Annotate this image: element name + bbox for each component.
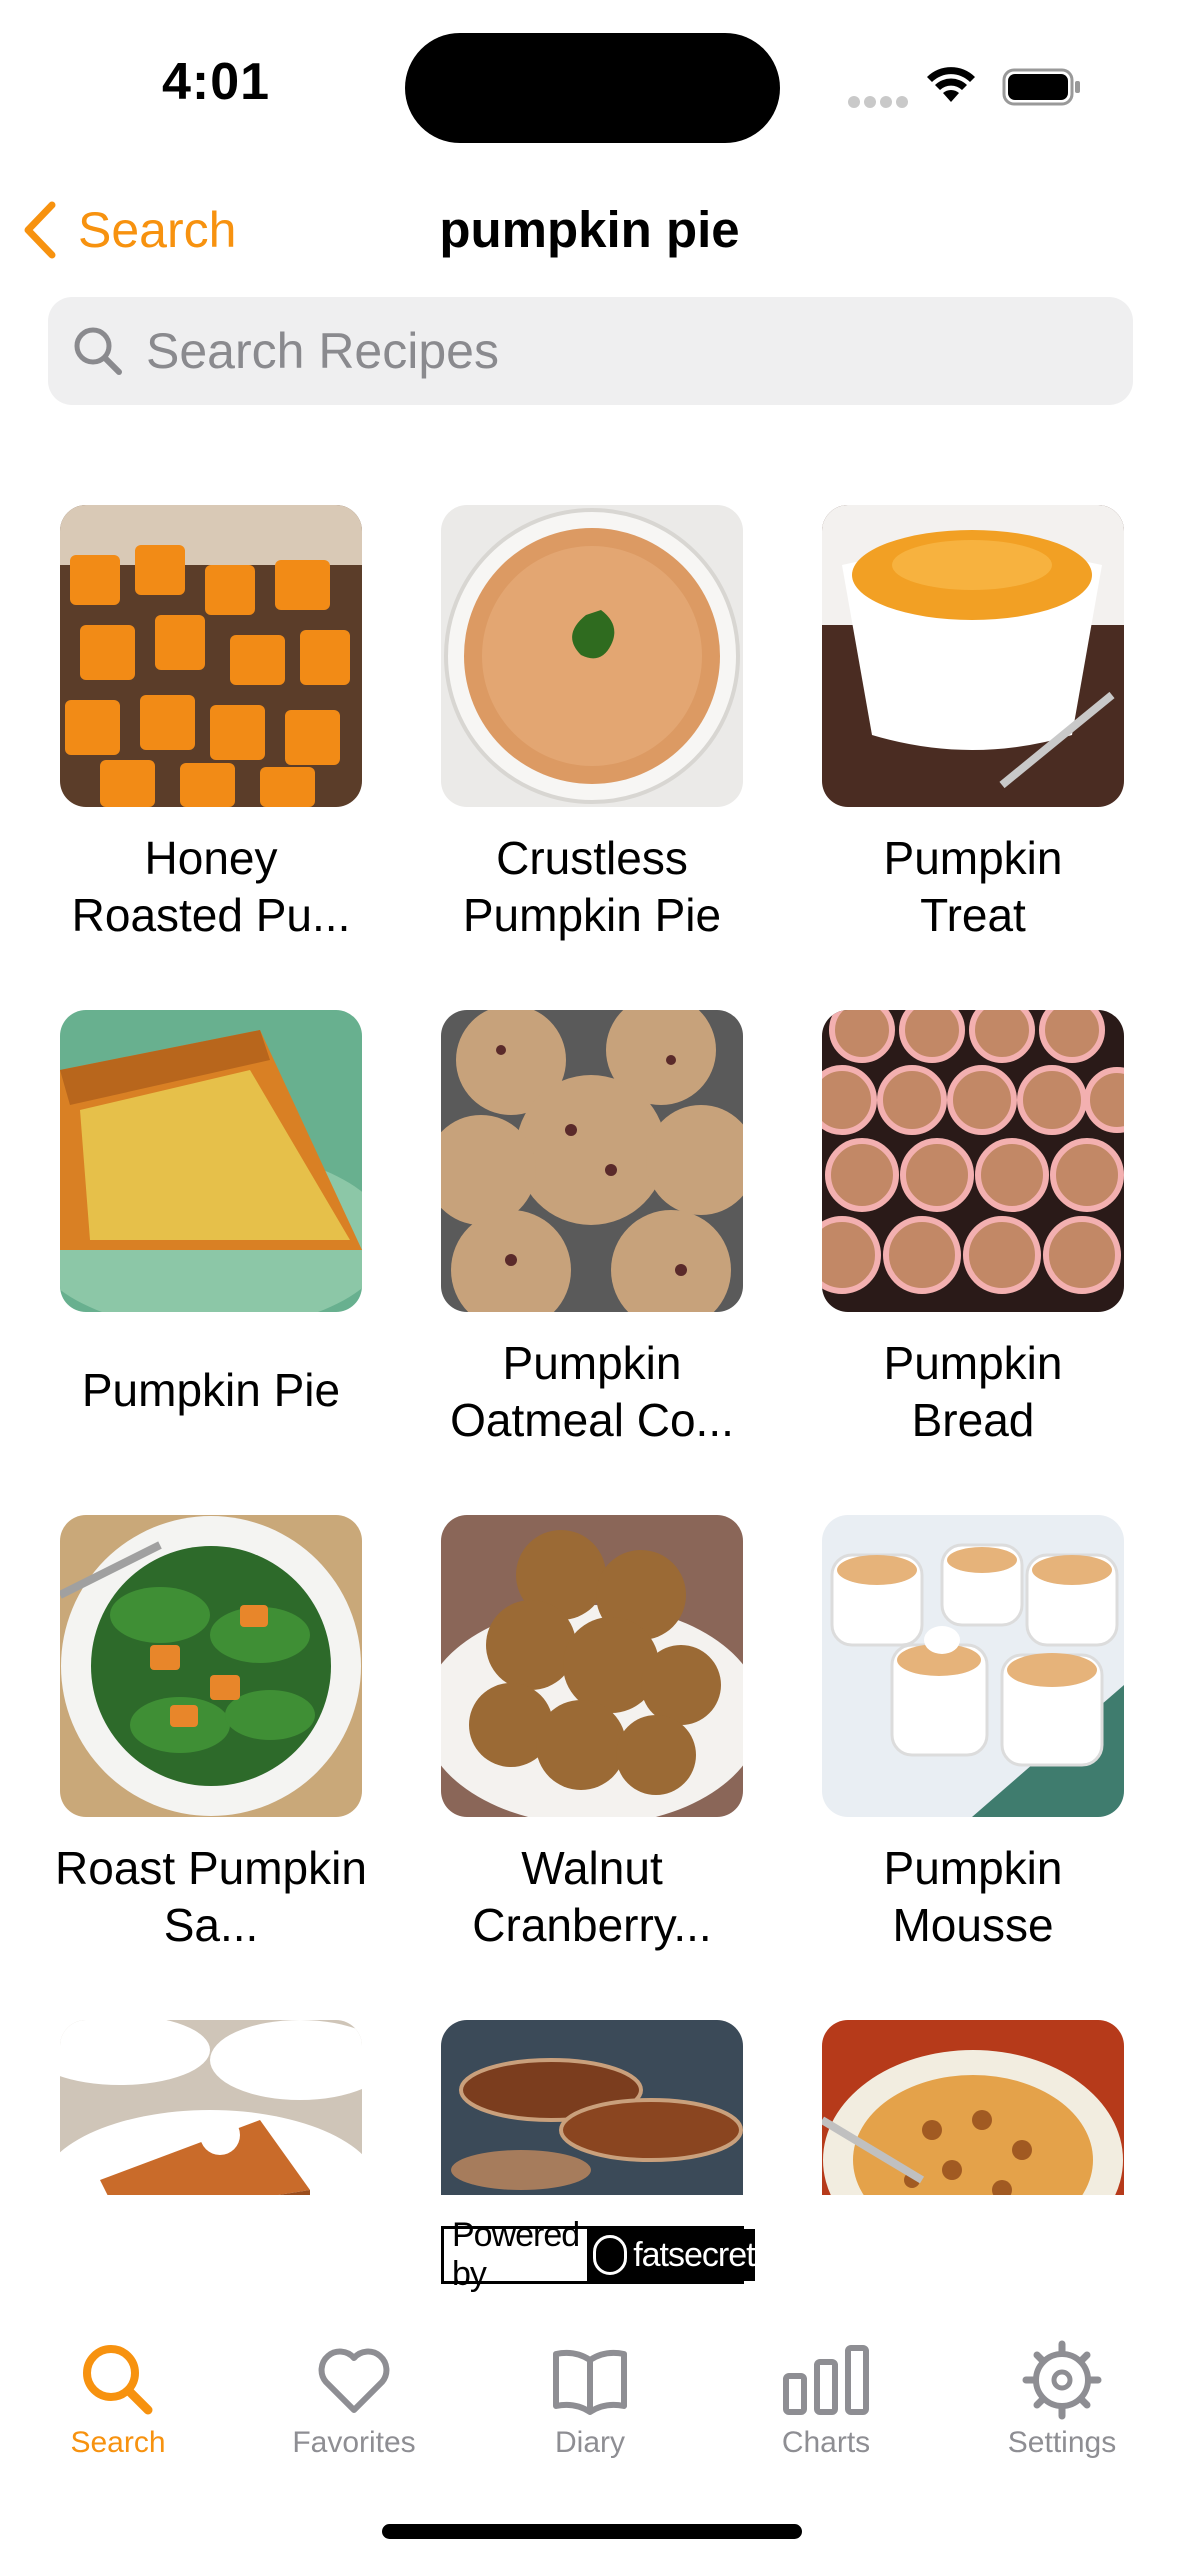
- status-time: 4:01: [162, 53, 271, 111]
- recipe-image: [60, 1010, 362, 1312]
- fatsecret-brand: fatsecret: [633, 2235, 755, 2274]
- tab-label: Search: [70, 2426, 166, 2459]
- recipe-image: [822, 1515, 1124, 1817]
- recipe-title: Pumpkin Pie: [81, 1364, 341, 1416]
- home-indicator[interactable]: [382, 2524, 802, 2539]
- tab-settings[interactable]: Settings: [944, 2340, 1179, 2460]
- recipe-image: [822, 1010, 1124, 1312]
- book-icon: [553, 2349, 627, 2415]
- powered-by-fatsecret-badge[interactable]: Powered by fatsecret: [441, 2216, 756, 2293]
- recipe-image: [441, 505, 743, 807]
- recipe-image: [441, 1010, 743, 1312]
- recipe-title: Pumpkin Mousse: [883, 1842, 1063, 1951]
- tab-label: Charts: [781, 2426, 871, 2459]
- search-input[interactable]: [144, 321, 1048, 381]
- recipe-image: [60, 1515, 362, 1817]
- tab-label: Settings: [1007, 2426, 1117, 2459]
- battery-icon: [1002, 68, 1082, 111]
- recipe-title: Pumpkin Treat: [883, 832, 1063, 941]
- recipe-image: [60, 2020, 362, 2195]
- status-bar: 4:01: [0, 0, 1179, 170]
- dynamic-island: [405, 33, 780, 143]
- tab-search[interactable]: Search: [0, 2340, 236, 2460]
- recipe-title: Walnut Cranberry...: [472, 1842, 712, 1951]
- recipe-title: Roast Pumpkin Sa...: [55, 1842, 367, 1951]
- fatsecret-logo: fatsecret: [587, 2229, 756, 2281]
- tab-label: Favorites: [292, 2426, 416, 2459]
- recipe-grid: Honey Roasted Pu... Crustless Pumpkin Pi…: [0, 505, 1179, 2195]
- wifi-icon: [925, 64, 977, 109]
- navigation-bar: Search pumpkin pie: [0, 185, 1179, 275]
- recipe-image: [822, 2020, 1124, 2195]
- search-icon: [83, 2345, 153, 2415]
- page-title: pumpkin pie: [439, 201, 740, 258]
- gear-icon: [1022, 2340, 1102, 2420]
- search-bar[interactable]: [48, 297, 1133, 405]
- recipe-title: Honey Roasted Pu...: [71, 832, 351, 941]
- heart-icon: [318, 2348, 390, 2413]
- tab-bar: Search Favorites Diary Charts Settings: [0, 2310, 1179, 2556]
- recipe-image: [441, 1515, 743, 1817]
- fatsecret-lock-icon: [593, 2235, 628, 2275]
- recipe-title: Crustless Pumpkin Pie: [462, 832, 722, 941]
- tab-favorites[interactable]: Favorites: [236, 2340, 472, 2460]
- bar-chart-icon: [783, 2345, 869, 2415]
- recipe-title: Pumpkin Bread: [883, 1337, 1063, 1446]
- recipe-image: [60, 505, 362, 807]
- search-icon: [74, 327, 122, 375]
- tab-label: Diary: [554, 2426, 625, 2459]
- cellular-signal-icon: [848, 95, 912, 113]
- tab-diary[interactable]: Diary: [472, 2340, 708, 2460]
- tab-charts[interactable]: Charts: [708, 2340, 944, 2460]
- recipe-title: Pumpkin Oatmeal Co...: [450, 1337, 734, 1446]
- recipe-image: [441, 2020, 743, 2195]
- powered-by-text: Powered by: [452, 2216, 580, 2293]
- recipe-image: [822, 505, 1124, 807]
